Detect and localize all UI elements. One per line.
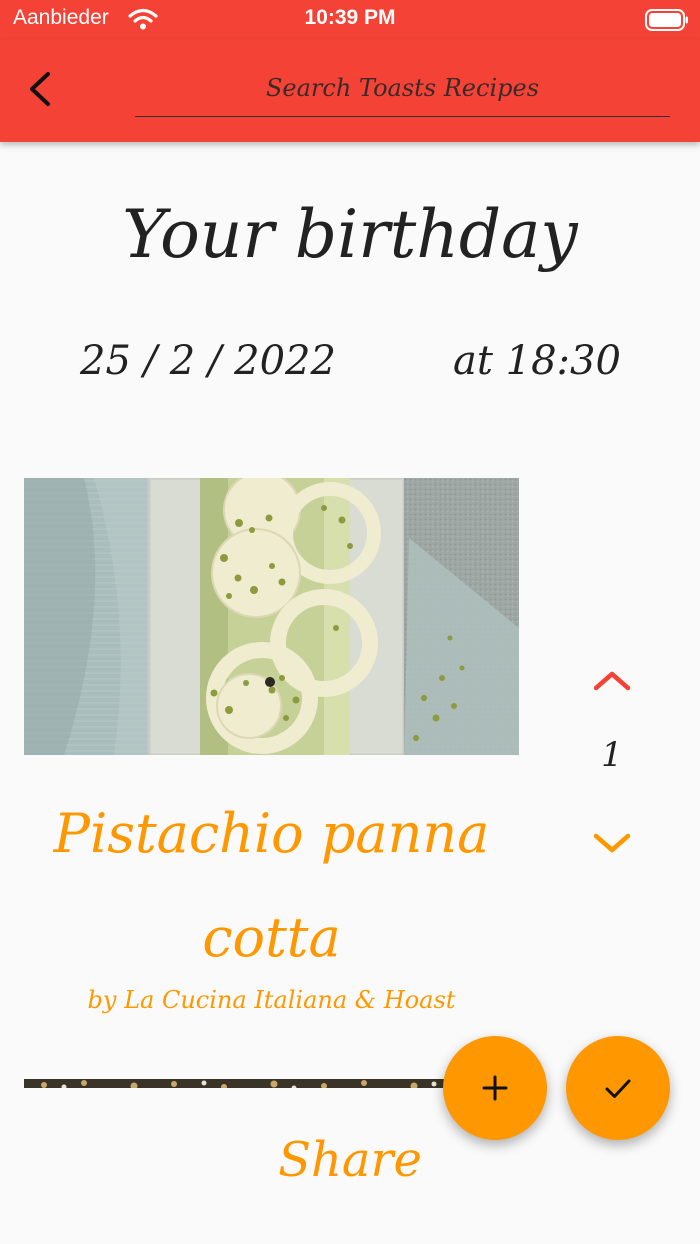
recipe-title[interactable]: Pistachio panna cotta — [24, 782, 519, 990]
quantity-value: 1 — [601, 735, 623, 775]
recipe-source: by La Cucina Italiana & Hoast — [87, 986, 456, 1014]
chevron-left-icon — [30, 72, 50, 106]
event-title: Your birthday — [122, 196, 578, 273]
recipe-photo-art — [24, 478, 519, 755]
event-date[interactable]: 25 / 2 / 2022 — [80, 338, 336, 384]
decrement-button[interactable] — [590, 826, 634, 862]
confirm-button[interactable] — [566, 1036, 670, 1140]
status-time: 10:39 PM — [304, 6, 396, 29]
back-button[interactable] — [18, 66, 64, 112]
share-link[interactable]: Share — [0, 1132, 700, 1188]
chevron-up-icon — [593, 671, 631, 691]
check-icon — [605, 1079, 631, 1098]
add-button[interactable] — [443, 1036, 547, 1140]
increment-button[interactable] — [590, 662, 634, 698]
app-bar — [0, 40, 700, 142]
chevron-down-icon — [593, 833, 631, 853]
plus-icon — [482, 1075, 508, 1101]
event-time[interactable]: at 18:30 — [453, 338, 621, 384]
search-field — [135, 60, 670, 117]
battery-icon — [645, 9, 688, 31]
status-bar: Aanbieder 10:39 PM — [0, 0, 700, 40]
next-recipe-photo-art — [24, 1079, 454, 1088]
recipe-photo[interactable] — [24, 478, 519, 755]
search-input[interactable] — [135, 60, 670, 116]
next-recipe-photo[interactable] — [24, 1076, 454, 1088]
